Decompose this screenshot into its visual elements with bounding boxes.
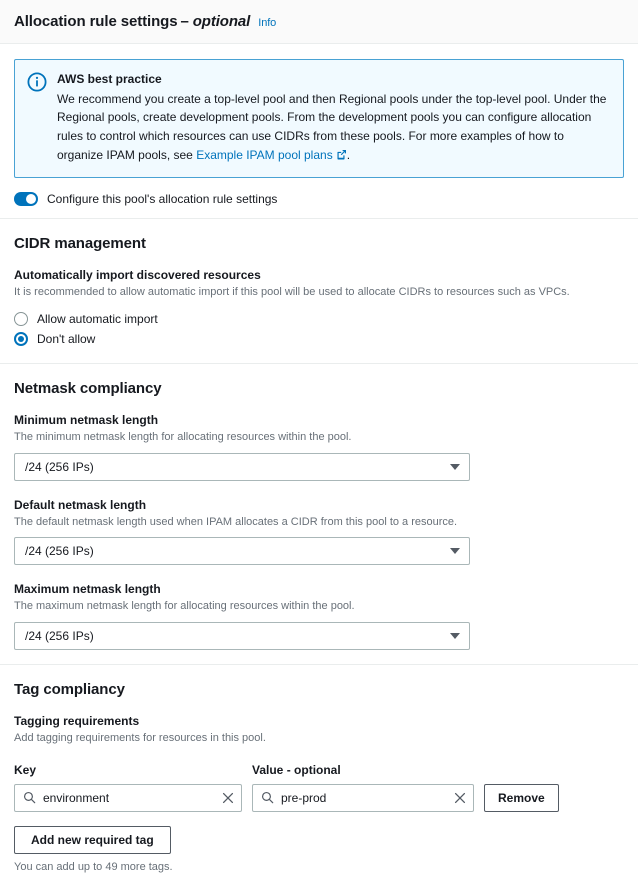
select-value: /24 (256 IPs): [25, 629, 450, 643]
page-title-text: Allocation rule settings: [14, 12, 177, 32]
select-value: /24 (256 IPs): [25, 544, 450, 558]
radio-allow-automatic-import[interactable]: Allow automatic import: [14, 309, 624, 329]
title-optional-label: optional: [193, 12, 251, 32]
field-default-netmask-length: Default netmask length The default netma…: [14, 497, 624, 566]
tag-key-column-header: Key: [14, 761, 242, 779]
auto-import-radio-group: Allow automatic import Don't allow: [14, 309, 624, 349]
section-tag-compliancy: Tag compliancy Tagging requirements Add …: [14, 665, 624, 889]
auto-import-description: It is recommended to allow automatic imp…: [14, 285, 624, 301]
clear-icon[interactable]: [454, 792, 466, 804]
radio-dont-allow[interactable]: Don't allow: [14, 329, 624, 349]
toggle-label: Configure this pool's allocation rule se…: [47, 192, 277, 206]
maximum-netmask-label: Maximum netmask length: [14, 581, 624, 598]
alert-text: We recommend you create a top-level pool…: [57, 90, 611, 165]
title-dash: –: [177, 12, 192, 32]
alert-title: AWS best practice: [57, 71, 611, 88]
aws-best-practice-alert: AWS best practice We recommend you creat…: [14, 59, 624, 179]
link-text: Example IPAM pool plans: [196, 148, 333, 162]
radio-icon-unchecked[interactable]: [14, 312, 28, 326]
select-value: /24 (256 IPs): [25, 460, 450, 474]
alert-body-text-tail: .: [347, 148, 350, 162]
configure-allocation-rules-toggle[interactable]: [14, 192, 38, 206]
value-label: Value: [252, 763, 283, 777]
radio-icon-checked[interactable]: [14, 332, 28, 346]
panel-header: Allocation rule settings – optional Info: [0, 0, 638, 44]
key-label: Key: [14, 763, 36, 777]
alert-content: AWS best practice We recommend you creat…: [57, 71, 611, 166]
value-dash: -: [283, 763, 294, 777]
chevron-down-icon: [450, 633, 460, 639]
maximum-netmask-select[interactable]: /24 (256 IPs): [14, 622, 470, 650]
clear-icon[interactable]: [222, 792, 234, 804]
tag-value-column-header: Value - optional: [252, 761, 474, 779]
tag-row: environment pre: [14, 784, 624, 812]
section-cidr-management: CIDR management Automatically import dis…: [14, 219, 624, 363]
info-circle-icon: [27, 72, 47, 92]
chevron-down-icon: [450, 548, 460, 554]
tagging-requirements-label: Tagging requirements: [14, 713, 624, 730]
maximum-netmask-description: The maximum netmask length for allocatin…: [14, 599, 624, 615]
allocation-rule-settings-panel: Allocation rule settings – optional Info…: [0, 0, 638, 807]
value-optional-label: optional: [294, 763, 341, 777]
remove-tag-button[interactable]: Remove: [484, 784, 559, 812]
configure-allocation-rules-toggle-row[interactable]: Configure this pool's allocation rule se…: [14, 192, 624, 218]
external-link-icon: [336, 147, 347, 166]
netmask-compliancy-title: Netmask compliancy: [14, 380, 624, 398]
example-ipam-pool-plans-link[interactable]: Example IPAM pool plans: [196, 148, 347, 162]
tag-value-input[interactable]: pre-prod: [252, 784, 474, 812]
minimum-netmask-select[interactable]: /24 (256 IPs): [14, 453, 470, 481]
search-icon: [23, 791, 36, 804]
minimum-netmask-description: The minimum netmask length for allocatin…: [14, 430, 624, 446]
search-icon: [261, 791, 274, 804]
tag-key-input[interactable]: environment: [14, 784, 242, 812]
section-netmask-compliancy: Netmask compliancy Minimum netmask lengt…: [14, 364, 624, 664]
tag-table-header: Key Value - optional: [14, 761, 624, 779]
panel-body: AWS best practice We recommend you creat…: [0, 44, 638, 889]
field-minimum-netmask-length: Minimum netmask length The minimum netma…: [14, 412, 624, 481]
field-maximum-netmask-length: Maximum netmask length The maximum netma…: [14, 581, 624, 650]
page-title: Allocation rule settings – optional Info: [14, 12, 624, 32]
chevron-down-icon: [450, 464, 460, 470]
tag-value-value: pre-prod: [281, 791, 447, 805]
cidr-management-title: CIDR management: [14, 235, 624, 253]
default-netmask-label: Default netmask length: [14, 497, 624, 514]
auto-import-label: Automatically import discovered resource…: [14, 267, 624, 284]
toggle-knob: [26, 194, 36, 204]
minimum-netmask-label: Minimum netmask length: [14, 412, 624, 429]
info-link[interactable]: Info: [258, 16, 276, 30]
radio-label: Allow automatic import: [37, 312, 158, 326]
default-netmask-description: The default netmask length used when IPA…: [14, 515, 624, 531]
add-new-required-tag-button[interactable]: Add new required tag: [14, 826, 171, 854]
tag-compliancy-title: Tag compliancy: [14, 681, 624, 699]
tag-key-value: environment: [43, 791, 215, 805]
tagging-requirements-description: Add tagging requirements for resources i…: [14, 731, 624, 747]
default-netmask-select[interactable]: /24 (256 IPs): [14, 537, 470, 565]
radio-label: Don't allow: [37, 332, 95, 346]
tag-limit-hint: You can add up to 49 more tags.: [14, 860, 624, 875]
